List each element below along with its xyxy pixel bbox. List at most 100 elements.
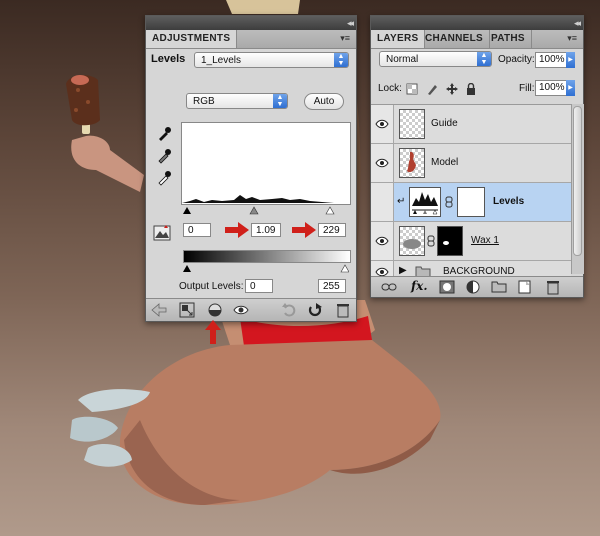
- layer-thumbnail: [399, 109, 425, 139]
- input-black-field[interactable]: 0: [183, 223, 211, 237]
- blend-mode-select[interactable]: Normal ▲ ▼: [379, 51, 492, 67]
- layer-row-levels[interactable]: ↵ Levels: [371, 183, 571, 222]
- input-white-field[interactable]: 229: [318, 223, 346, 237]
- layer-name: Model: [431, 157, 459, 168]
- expand-group-icon[interactable]: ▶: [399, 265, 407, 276]
- layer-row-guide[interactable]: Guide: [371, 105, 571, 144]
- adjustments-tabbar: ADJUSTMENTS ▾≡: [146, 30, 356, 49]
- levels-adjustment-icon: [409, 187, 441, 217]
- tab-channels[interactable]: CHANNELS: [419, 30, 490, 48]
- annotation-arrow-gamma: [225, 222, 249, 238]
- histogram-graph: [182, 195, 350, 203]
- panel-title-bar[interactable]: ◂◂: [146, 16, 356, 30]
- clip-arrow-icon: ↵: [397, 196, 406, 207]
- layer-mask-thumbnail[interactable]: [437, 226, 463, 256]
- fx-icon[interactable]: fx.: [411, 279, 428, 293]
- lock-all-icon[interactable]: [465, 83, 477, 95]
- layers-footer: fx.: [371, 276, 583, 297]
- output-gradient: [183, 250, 351, 263]
- panel-title-bar[interactable]: ◂◂: [371, 16, 583, 30]
- annotation-arrow-white: [292, 222, 316, 238]
- layer-thumbnail: [399, 148, 425, 178]
- tab-paths[interactable]: PATHS: [485, 30, 532, 48]
- clip-warning-icon[interactable]: [153, 225, 171, 241]
- eye-icon: [375, 158, 389, 168]
- link-icon[interactable]: [445, 196, 453, 208]
- fill-dropdown-icon[interactable]: ▶: [566, 80, 575, 96]
- ice-cream-bar: [66, 75, 100, 134]
- annotation-arrow-clip: [205, 320, 221, 344]
- eye-icon: [375, 236, 389, 246]
- select-arrows-icon: ▲ ▼: [334, 53, 348, 67]
- clip-to-layer-icon[interactable]: [207, 302, 223, 318]
- auto-button[interactable]: Auto: [304, 93, 344, 110]
- visibility-toggle[interactable]: [371, 144, 394, 182]
- eye-icon: [375, 119, 389, 129]
- layer-name: Wax 1: [471, 235, 499, 246]
- output-black-field[interactable]: 0: [245, 279, 273, 293]
- new-adjustment-icon[interactable]: [465, 279, 481, 295]
- lock-label: Lock:: [378, 83, 402, 94]
- trash-icon[interactable]: [335, 302, 351, 318]
- black-point-handle: [183, 207, 191, 214]
- adjustments-footer: [146, 298, 356, 321]
- visibility-icon[interactable]: [233, 302, 249, 318]
- trash-icon[interactable]: [545, 279, 561, 295]
- lock-image-icon[interactable]: [426, 83, 438, 95]
- visibility-toggle[interactable]: [371, 183, 394, 221]
- add-mask-icon[interactable]: [439, 279, 455, 295]
- eyedropper-white-icon[interactable]: [156, 170, 172, 186]
- preset-value: 1_Levels: [201, 55, 242, 66]
- layers-scrollbar[interactable]: [571, 104, 584, 274]
- tab-layers[interactable]: LAYERS: [371, 30, 426, 48]
- gamma-handle: [249, 206, 259, 215]
- fill-value: 100%: [539, 82, 565, 93]
- opacity-dropdown-icon[interactable]: ▶: [566, 52, 575, 68]
- tab-adjustments[interactable]: ADJUSTMENTS: [146, 30, 238, 48]
- output-white-field[interactable]: 255: [318, 279, 346, 293]
- link-layers-icon[interactable]: [381, 279, 397, 295]
- scroll-thumb[interactable]: [573, 106, 582, 256]
- eyedropper-gray-icon[interactable]: [156, 148, 172, 164]
- new-layer-icon[interactable]: [517, 279, 533, 295]
- input-gamma-field[interactable]: 1.09: [251, 223, 281, 237]
- reset-previous-icon[interactable]: [281, 302, 297, 318]
- layers-tabbar: LAYERS CHANNELS PATHS ▾≡: [371, 30, 583, 49]
- lock-transparent-icon[interactable]: [406, 83, 418, 95]
- fill-label: Fill:: [519, 83, 535, 94]
- preset-label: Levels: [151, 53, 186, 65]
- input-levels-slider[interactable]: [183, 205, 349, 215]
- channel-value: RGB: [193, 96, 215, 107]
- panel-menu-icon[interactable]: ▾≡: [340, 33, 350, 44]
- link-icon[interactable]: [427, 235, 435, 247]
- collapse-icon[interactable]: ◂◂: [347, 18, 354, 29]
- back-arrow-icon[interactable]: [151, 302, 167, 318]
- layers-panel: ◂◂ LAYERS CHANNELS PATHS ▾≡ Normal ▲ ▼ Op…: [370, 15, 584, 298]
- visibility-toggle[interactable]: [371, 222, 394, 260]
- reset-icon[interactable]: [307, 302, 323, 318]
- adjustments-panel: ◂◂ ADJUSTMENTS ▾≡ Levels 1_Levels ▲ ▼ RGB…: [145, 15, 357, 322]
- select-arrows-icon: ▲ ▼: [273, 94, 287, 108]
- visibility-toggle[interactable]: [371, 105, 394, 143]
- group-icon[interactable]: [491, 279, 507, 295]
- expand-icon[interactable]: [179, 302, 195, 318]
- output-levels-slider[interactable]: [183, 263, 349, 273]
- collapse-icon[interactable]: ◂◂: [574, 18, 581, 29]
- channel-select[interactable]: RGB ▲ ▼: [186, 93, 288, 109]
- layer-row-wax[interactable]: Wax 1: [371, 222, 571, 261]
- opacity-field[interactable]: 100% ▶: [535, 52, 575, 68]
- preset-select[interactable]: 1_Levels ▲ ▼: [194, 52, 349, 68]
- layer-row-model[interactable]: Model: [371, 144, 571, 183]
- model-thumbnail-figure: [407, 151, 416, 173]
- hand-shape: [71, 135, 144, 192]
- eyedropper-black-icon[interactable]: [156, 126, 172, 142]
- layer-thumbnail: [399, 226, 425, 256]
- blend-mode-value: Normal: [386, 54, 419, 65]
- panel-menu-icon[interactable]: ▾≡: [567, 33, 577, 44]
- layer-name: Levels: [493, 196, 525, 207]
- white-point-handle: [325, 206, 335, 215]
- layer-mask-thumbnail[interactable]: [457, 187, 485, 217]
- select-arrows-icon: ▲ ▼: [477, 52, 491, 66]
- fill-field[interactable]: 100% ▶: [535, 80, 575, 96]
- lock-position-icon[interactable]: [446, 83, 458, 95]
